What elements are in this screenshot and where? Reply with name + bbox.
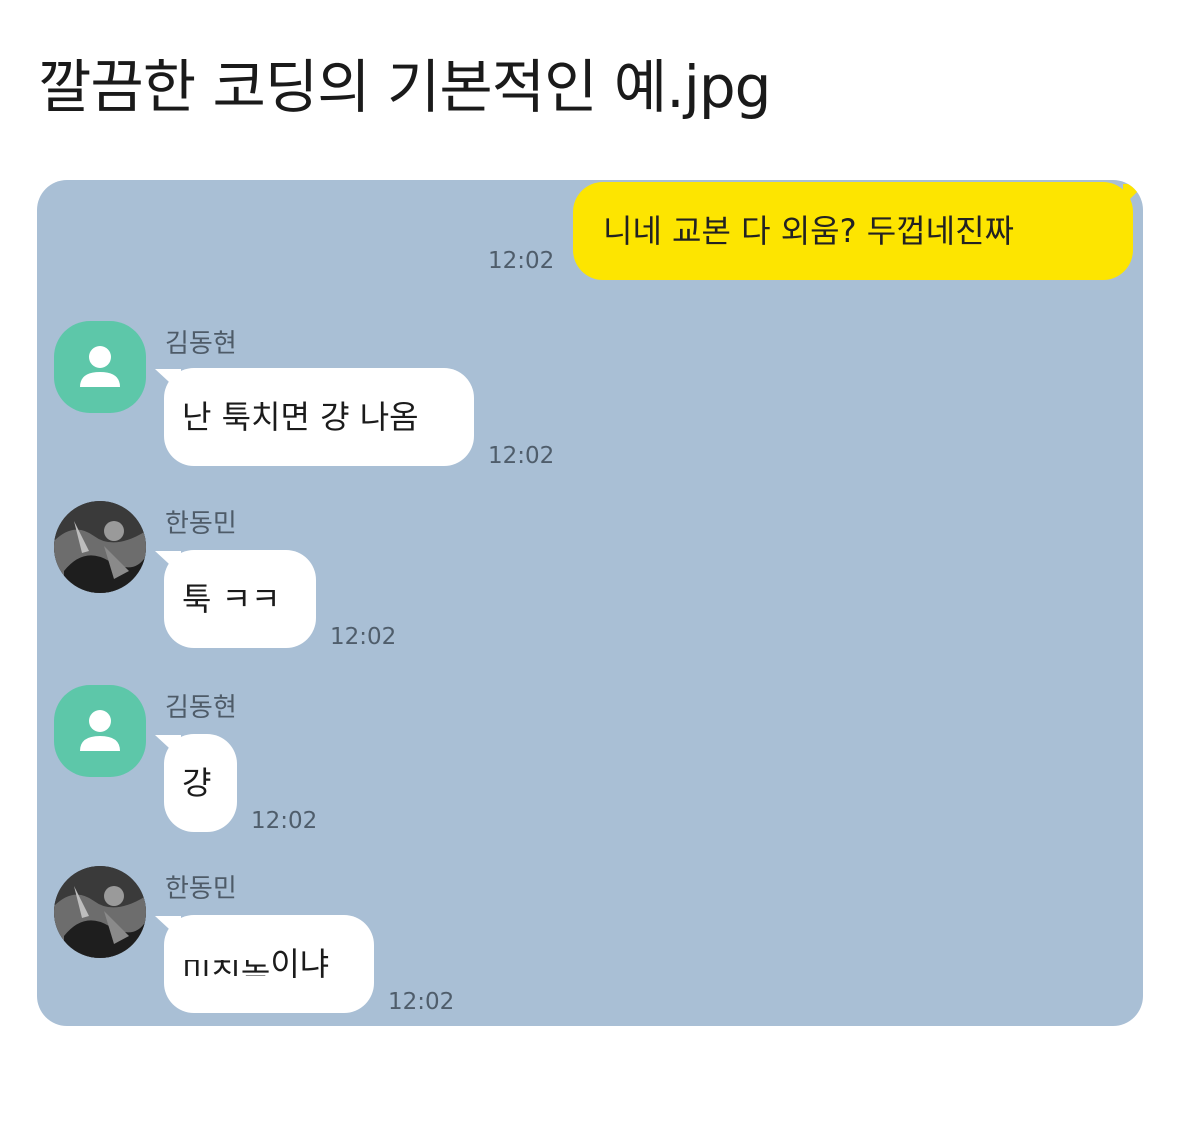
message-text: 니네 교본 다 외움? 두껍네진짜 (603, 212, 1014, 250)
message-bubble[interactable]: 툭 ㅋㅋ (164, 550, 316, 648)
post-title: 깔끔한 코딩의 기본적인 예.jpg (38, 53, 771, 121)
message-bubble[interactable]: 난 툭치면 걍 나옴 (164, 368, 474, 466)
photo-avatar-image (54, 501, 146, 593)
chat-room: 12:02 니네 교본 다 외움? 두껍네진짜 김동현 난 툭치면 걍 나옴 1… (37, 180, 1143, 1026)
my-bubble-tail (1123, 184, 1143, 206)
message-text: 툭 ㅋㅋ (182, 580, 281, 618)
message-bubble[interactable]: 걍 (164, 734, 237, 832)
message-time: 12:02 (330, 624, 397, 650)
message-text-cut: 미친놈 (182, 960, 270, 976)
photo-avatar-image (54, 866, 146, 958)
sender-name: 김동현 (165, 693, 237, 723)
message-time: 12:02 (488, 443, 555, 469)
my-message-bubble[interactable]: 니네 교본 다 외움? 두껍네진짜 (573, 182, 1133, 280)
sender-name: 한동민 (165, 509, 237, 539)
sender-name: 김동현 (165, 329, 237, 359)
default-person-icon (80, 346, 120, 387)
message-time: 12:02 (388, 989, 455, 1015)
message-text: 걍 (182, 764, 212, 802)
avatar[interactable] (54, 685, 146, 777)
message-time: 12:02 (488, 248, 555, 274)
avatar[interactable] (54, 501, 146, 593)
avatar[interactable] (54, 321, 146, 413)
message-text: 이냐 (270, 945, 330, 983)
default-person-icon (80, 710, 120, 751)
sender-name: 한동민 (165, 874, 237, 904)
avatar[interactable] (54, 866, 146, 958)
message-text: 난 툭치면 걍 나옴 (182, 398, 419, 436)
message-time: 12:02 (251, 808, 318, 834)
message-bubble[interactable]: 미친놈 이냐 (164, 915, 374, 1013)
